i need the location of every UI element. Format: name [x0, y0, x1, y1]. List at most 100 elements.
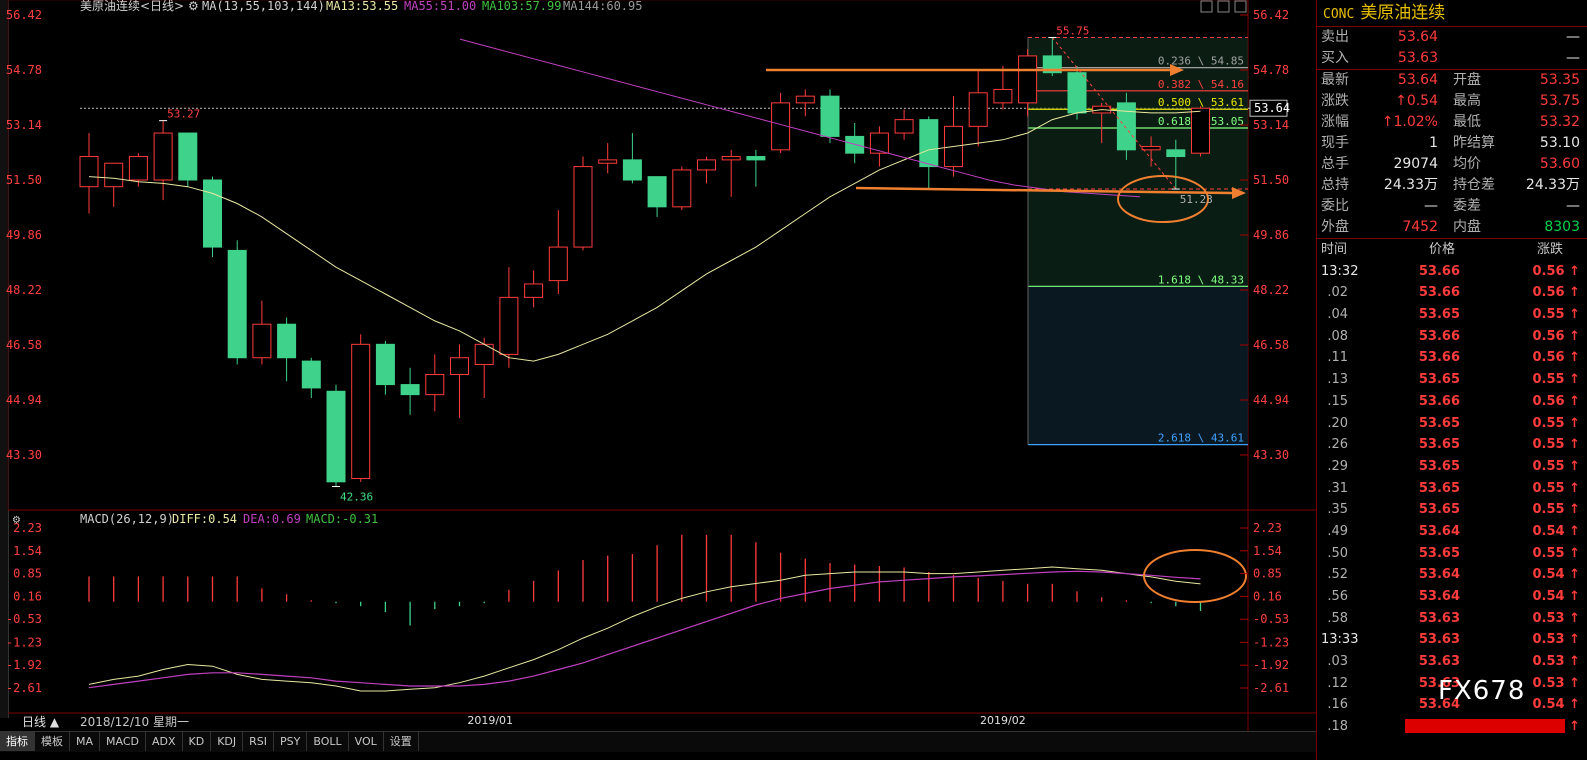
tab-rsi[interactable]: RSI	[243, 732, 275, 751]
quote-row: 总手 29074 均价 53.60	[1317, 154, 1587, 175]
tick-change: 0.55 ↑	[1532, 307, 1581, 323]
tab-ma[interactable]: MA	[70, 732, 101, 751]
tab-boll[interactable]: BOLL	[307, 732, 349, 751]
quote-field-label: 总持	[1321, 177, 1349, 193]
macd-dea: DEA:0.69	[243, 512, 301, 526]
macd-settings-icon[interactable]: ⚙	[12, 515, 21, 526]
candle-body	[721, 156, 741, 161]
tab-macd[interactable]: MACD	[100, 732, 146, 751]
macd-tick-label-left: 0.16	[13, 589, 42, 603]
quote-field-value: 53.10	[1539, 135, 1580, 151]
candle-body	[450, 357, 469, 376]
tick-time: .29	[1327, 458, 1348, 474]
tick-change: 0.56 ↑	[1532, 285, 1581, 301]
price-tick-label: 51.50	[1253, 173, 1289, 187]
tick-time: .04	[1327, 307, 1348, 323]
tick-time: 13:32	[1321, 263, 1359, 279]
tab-indicators[interactable]: 指标	[0, 732, 35, 751]
restore-icon[interactable]	[1217, 0, 1230, 13]
quote-field-value: 29074	[1393, 156, 1438, 172]
tick-time: .15	[1327, 393, 1348, 409]
price-tick-label: 56.42	[1253, 8, 1289, 22]
tab-psy[interactable]: PSY	[274, 732, 308, 751]
candle-body	[697, 159, 716, 171]
window-icon[interactable]	[1200, 0, 1213, 13]
candle-body	[869, 132, 889, 154]
quote-field-value: 53.63	[1397, 50, 1438, 66]
quote-field-value: 1	[1429, 135, 1438, 151]
tab-adx[interactable]: ADX	[146, 732, 183, 751]
candle-body	[153, 132, 173, 181]
symbol-name: 美原油连续	[1360, 3, 1446, 23]
macd-tick-label: -2.61	[1253, 681, 1289, 695]
extreme-price-label: 55.75	[1056, 24, 1089, 37]
tick-row: .13 53.65 0.55 ↑	[1317, 369, 1587, 391]
candle-body	[573, 166, 593, 248]
quote-row: 委比 — 委差 —	[1317, 196, 1587, 217]
candle-body	[1191, 107, 1210, 154]
indicator-tab-bar: 指标 模板 MA MACD ADX KD KDJ RSI PSY BOLL VOL 设置	[0, 731, 1316, 752]
price-tick-label-left: 49.86	[6, 228, 42, 242]
candle-body	[128, 156, 148, 181]
price-tick-label: 49.86	[1253, 228, 1289, 242]
tick-price: 53.65	[1418, 415, 1460, 431]
tick-change: 0.53 ↑	[1532, 610, 1581, 626]
quote-field-label: 均价	[1453, 156, 1481, 172]
quote-row: 外盘 7452 内盘 8303	[1317, 217, 1587, 238]
tab-kdj[interactable]: KDJ	[211, 732, 244, 751]
ma-settings-icon[interactable]: ⚙	[188, 0, 199, 13]
tick-time: .18	[1327, 719, 1348, 735]
quote-field-label: 卖出	[1321, 29, 1349, 45]
tick-change: 0.54 ↑	[1532, 567, 1581, 583]
quote-field-value: 7452	[1402, 219, 1438, 235]
tick-change: 0.55 ↑	[1532, 502, 1581, 518]
candle-body	[104, 162, 124, 188]
quote-field-label: 最高	[1453, 93, 1481, 109]
tab-kd[interactable]: KD	[183, 732, 212, 751]
ticks-header-time: 时间	[1321, 242, 1348, 257]
quote-field-label: 买入	[1321, 50, 1349, 66]
fib-level-label: 1.618 \ 48.33	[1158, 273, 1244, 286]
quote-row: 涨幅 ↑1.02% 最低 53.32	[1317, 112, 1587, 133]
tab-templates[interactable]: 模板	[35, 732, 70, 751]
tick-change: 0.54 ↑	[1532, 523, 1581, 539]
tick-change: 0.53 ↑	[1532, 632, 1581, 648]
close-icon[interactable]	[1234, 0, 1247, 13]
candle-body	[993, 88, 1013, 104]
tick-price: 53.63	[1418, 610, 1460, 626]
tick-price: 53.66	[1418, 285, 1460, 301]
macd-diff-line	[88, 566, 1201, 692]
tick-price: 53.63	[1418, 654, 1460, 670]
candle-body	[919, 119, 939, 168]
candle-body	[425, 374, 445, 396]
candle-body	[598, 159, 618, 164]
macd-panel	[88, 534, 1247, 692]
tick-change: 0.55 ↑	[1532, 415, 1581, 431]
tick-change: 0.56 ↑	[1532, 263, 1581, 279]
tick-time: .31	[1327, 480, 1348, 496]
tab-settings[interactable]: 设置	[384, 732, 419, 751]
quote-title: CONC 美原油连续	[1317, 0, 1587, 27]
candle-body	[277, 323, 297, 359]
candle-body	[1067, 72, 1087, 114]
tick-price: 53.66	[1418, 263, 1460, 279]
tick-time: .03	[1327, 654, 1348, 670]
tab-vol[interactable]: VOL	[349, 732, 384, 751]
quote-field-label: 现手	[1321, 135, 1349, 151]
quote-field-value: —	[1566, 50, 1580, 66]
tick-row: .20 53.65 0.55 ↑	[1317, 413, 1587, 435]
price-tick-label: 46.58	[1253, 338, 1289, 352]
tick-price: 53.65	[1418, 480, 1460, 496]
ma55-value: MA55:51.00	[404, 0, 476, 13]
candle-body	[301, 360, 321, 389]
tick-list[interactable]: 13:32 53.66 0.56 ↑ .02 53.66 0.56 ↑ .04 53.65 0.…	[1317, 261, 1587, 738]
period-selector[interactable]: 日线 ▲	[22, 713, 59, 731]
price-tick-label: 48.22	[1253, 283, 1289, 297]
quote-field-value: ↑0.54	[1395, 93, 1438, 109]
tick-row: .52 53.64 0.54 ↑	[1317, 564, 1587, 586]
tick-row: 13:33 53.63 0.53 ↑	[1317, 629, 1587, 651]
ticks-header: 时间 价格 涨跌	[1317, 238, 1587, 261]
tick-price: 53.64	[1418, 589, 1460, 604]
extreme-price-label: 53.27	[167, 108, 200, 121]
price-tick-label-left: 48.22	[6, 283, 42, 297]
